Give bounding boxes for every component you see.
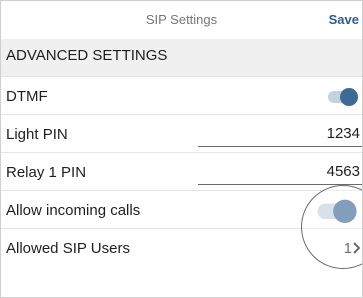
save-button[interactable]: Save [329, 12, 359, 27]
allow-incoming-calls-toggle[interactable] [317, 199, 357, 223]
allowed-sip-users-row[interactable]: Allowed SIP Users 1 [1, 229, 362, 267]
light-pin-row: Light PIN [1, 115, 362, 153]
light-pin-input[interactable] [198, 121, 362, 147]
relay-1-pin-label: Relay 1 PIN [6, 164, 87, 181]
dtmf-toggle[interactable] [328, 88, 358, 106]
dtmf-row: DTMF [1, 77, 362, 115]
header-bar: SIP Settings Save [1, 1, 362, 39]
light-pin-label: Light PIN [6, 126, 68, 143]
section-title: ADVANCED SETTINGS [6, 47, 168, 64]
allowed-sip-users-label: Allowed SIP Users [6, 240, 130, 257]
chevron-right-icon [353, 242, 361, 254]
sip-settings-screen: SIP Settings Save ADVANCED SETTINGS DTMF… [0, 0, 363, 298]
allow-incoming-calls-label: Allow incoming calls [6, 202, 141, 219]
relay-1-pin-row: Relay 1 PIN [1, 153, 362, 191]
relay-1-pin-input[interactable] [198, 159, 362, 185]
toggle-knob [340, 88, 358, 106]
toggle-knob [333, 199, 357, 223]
allowed-sip-users-count: 1 [343, 240, 352, 257]
allow-incoming-calls-row: Allow incoming calls [1, 191, 362, 229]
page-title: SIP Settings [145, 12, 218, 27]
dtmf-label: DTMF [6, 88, 48, 105]
section-header: ADVANCED SETTINGS [1, 39, 362, 77]
